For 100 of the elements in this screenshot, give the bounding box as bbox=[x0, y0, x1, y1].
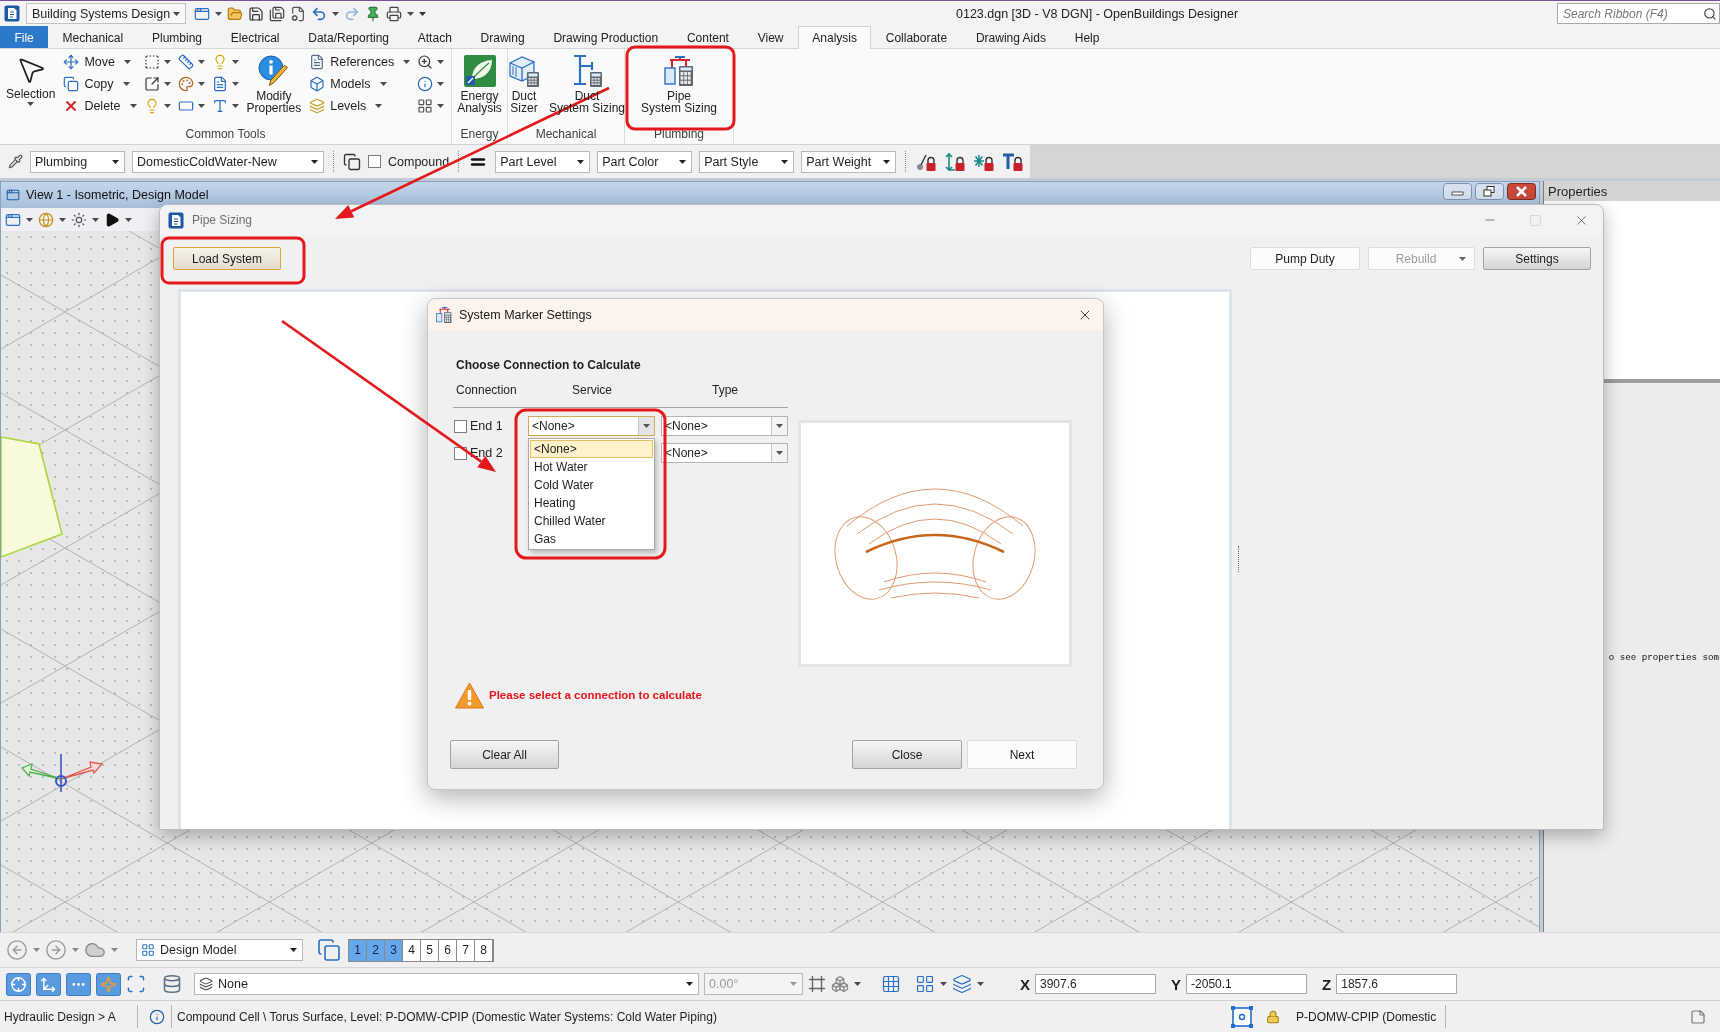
view-number-button[interactable]: 8 bbox=[475, 939, 493, 961]
view-number-button[interactable]: 5 bbox=[421, 939, 439, 961]
caret-icon[interactable] bbox=[27, 102, 35, 106]
ribbon-tab[interactable]: Content bbox=[672, 26, 744, 48]
coordinate-field[interactable]: 1857.6 bbox=[1336, 974, 1458, 994]
ribbon-tab[interactable]: Help bbox=[1060, 26, 1114, 48]
leaf-tile-icon[interactable] bbox=[462, 54, 497, 88]
crosshair-tile-icon[interactable] bbox=[6, 972, 31, 996]
button[interactable]: Close bbox=[852, 740, 962, 769]
file-menu-tab[interactable]: File bbox=[0, 26, 49, 48]
undo-icon[interactable] bbox=[311, 5, 327, 22]
ribbon-tool-button[interactable]: Duct Sizer bbox=[506, 51, 542, 114]
dropdown-option[interactable]: Gas bbox=[530, 530, 653, 548]
attribute-dropdown[interactable]: Part Color bbox=[597, 150, 693, 173]
caret-icon[interactable] bbox=[379, 82, 387, 86]
document-icon[interactable] bbox=[309, 54, 326, 70]
ribbon-tool-button[interactable]: Delete bbox=[63, 95, 137, 117]
restore-icon[interactable] bbox=[1475, 183, 1504, 200]
attribute-dropdown[interactable]: Part Style bbox=[699, 150, 795, 173]
search-icon[interactable] bbox=[1703, 6, 1717, 21]
ribbon-tab[interactable]: Data/Reporting bbox=[293, 26, 404, 48]
type-dropdown[interactable]: <None> bbox=[661, 443, 788, 463]
pipe-calculator-icon[interactable] bbox=[662, 54, 696, 88]
document-icon[interactable] bbox=[211, 76, 228, 92]
coordinate-field[interactable]: -2050.1 bbox=[1186, 974, 1308, 994]
arrow-lock-icon[interactable] bbox=[944, 151, 967, 172]
dropdown-option[interactable]: <None> bbox=[530, 440, 653, 458]
caret-icon[interactable] bbox=[332, 11, 339, 16]
caret-icon[interactable] bbox=[977, 982, 984, 986]
magnifier-icon[interactable] bbox=[417, 54, 434, 70]
sun-icon[interactable] bbox=[71, 211, 87, 228]
caret-icon[interactable] bbox=[776, 424, 783, 428]
caret-icon[interactable] bbox=[197, 60, 205, 64]
caret-icon[interactable] bbox=[686, 982, 693, 986]
selection-handles-icon[interactable] bbox=[1230, 1004, 1254, 1029]
button[interactable]: Pump Duty bbox=[1250, 247, 1360, 270]
checkbox[interactable] bbox=[454, 419, 467, 433]
caret-icon[interactable] bbox=[679, 159, 687, 164]
tee-lock-icon[interactable] bbox=[1002, 151, 1025, 172]
workflow-dropdown[interactable]: Building Systems Design bbox=[26, 3, 186, 24]
ribbon-tab[interactable]: Analysis bbox=[797, 26, 872, 49]
attribute-dropdown[interactable]: Part Level bbox=[495, 150, 591, 173]
caret-icon[interactable] bbox=[197, 82, 205, 86]
printer-icon[interactable] bbox=[386, 5, 402, 22]
caret-icon[interactable] bbox=[163, 60, 171, 64]
arrow-square-icon[interactable] bbox=[143, 76, 160, 92]
ribbon-tab[interactable]: Mechanical bbox=[48, 26, 138, 48]
view-number-button[interactable]: 1 bbox=[349, 939, 367, 961]
play-icon[interactable] bbox=[104, 211, 120, 228]
sparkle-tile-icon[interactable] bbox=[96, 972, 121, 996]
view-number-button[interactable]: 2 bbox=[367, 939, 385, 961]
caret-icon[interactable] bbox=[290, 948, 297, 952]
button[interactable]: Next bbox=[967, 740, 1077, 769]
attribute-dropdown[interactable]: Plumbing bbox=[30, 150, 125, 173]
caret-icon[interactable] bbox=[781, 159, 789, 164]
ribbon-tab[interactable]: Electrical bbox=[216, 26, 294, 48]
caret-icon[interactable] bbox=[940, 982, 947, 986]
level-dropdown[interactable]: None bbox=[194, 973, 699, 995]
view-number-button[interactable]: 3 bbox=[385, 939, 403, 961]
ribbon-tool-button[interactable]: Copy bbox=[63, 73, 137, 95]
caret-icon[interactable] bbox=[231, 104, 239, 108]
folder-icon[interactable] bbox=[227, 5, 243, 22]
ribbon-tool-button[interactable]: Modify Properties bbox=[245, 51, 303, 114]
caret-icon[interactable] bbox=[197, 104, 205, 108]
frame-icon[interactable] bbox=[808, 975, 826, 993]
button[interactable]: Clear All bbox=[450, 740, 559, 769]
save-all-icon[interactable] bbox=[269, 5, 285, 22]
note-icon[interactable] bbox=[1690, 1008, 1706, 1025]
pin-icon[interactable] bbox=[365, 5, 381, 22]
ribbon-tab[interactable]: View bbox=[743, 26, 798, 48]
grid-icon[interactable] bbox=[915, 974, 935, 994]
window-icon[interactable] bbox=[194, 5, 210, 22]
file-gear-icon[interactable] bbox=[290, 5, 306, 22]
caret-icon[interactable] bbox=[163, 104, 171, 108]
view-number-button[interactable]: 6 bbox=[439, 939, 457, 961]
rectangle-icon[interactable] bbox=[177, 98, 194, 114]
caret-icon[interactable] bbox=[231, 60, 239, 64]
caret-icon[interactable] bbox=[123, 60, 131, 64]
stacked-windows-icon[interactable] bbox=[317, 938, 341, 962]
dropdown-option[interactable]: Heating bbox=[530, 494, 653, 512]
ribbon-tab[interactable]: Drawing bbox=[466, 26, 539, 48]
stacked-squares-icon[interactable] bbox=[343, 152, 361, 171]
ribbon-tab[interactable]: Attach bbox=[403, 26, 467, 48]
boxes-icon[interactable] bbox=[831, 975, 849, 993]
duct-calculator-icon[interactable] bbox=[507, 54, 541, 88]
checkbox[interactable] bbox=[368, 155, 381, 168]
database-icon[interactable] bbox=[162, 974, 182, 994]
window-icon[interactable] bbox=[5, 211, 21, 228]
caret-icon[interactable] bbox=[437, 104, 445, 108]
button[interactable]: Load System bbox=[173, 247, 281, 270]
caret-icon[interactable] bbox=[129, 104, 137, 108]
ribbon-tool-button[interactable]: Levels bbox=[309, 95, 411, 117]
ribbon-tool-button[interactable]: References bbox=[309, 51, 411, 73]
caret-icon[interactable] bbox=[215, 11, 222, 16]
caret-icon[interactable] bbox=[59, 217, 66, 222]
grid-icon[interactable] bbox=[417, 98, 434, 114]
palette-icon[interactable] bbox=[177, 76, 194, 92]
axes-tile-icon[interactable] bbox=[36, 972, 61, 996]
caret-icon[interactable] bbox=[776, 451, 783, 455]
view-number-button[interactable]: 7 bbox=[457, 939, 475, 961]
